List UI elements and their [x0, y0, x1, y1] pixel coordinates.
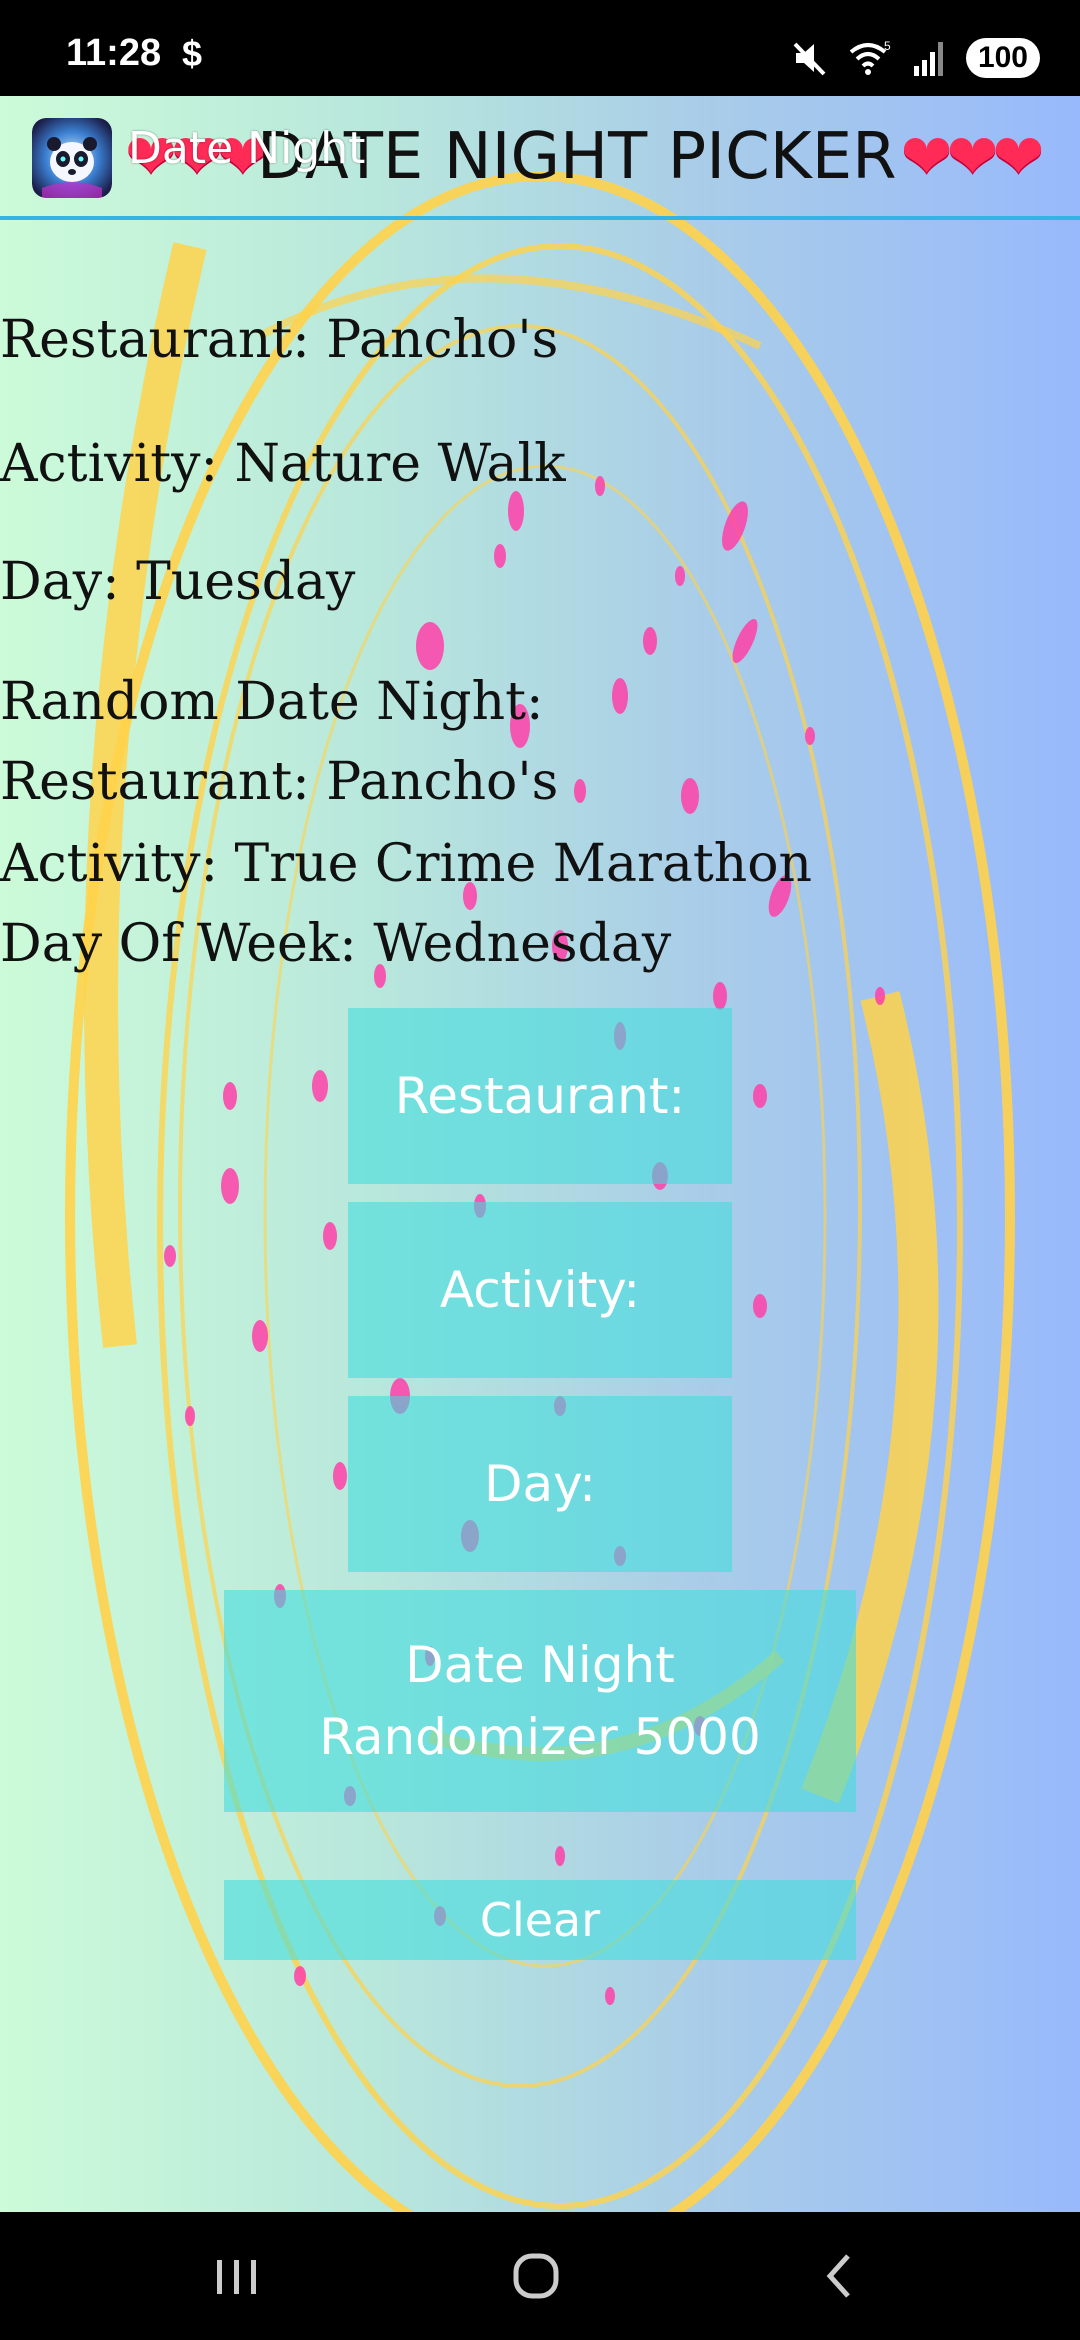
day-result: Day: Tuesday	[0, 552, 356, 612]
home-icon[interactable]	[506, 2248, 566, 2304]
randomizer-button[interactable]: Date Night Randomizer 5000	[224, 1590, 856, 1812]
random-heading: Random Date Night:	[0, 672, 544, 732]
hearts-right-icon: ❤❤❤	[900, 120, 1045, 193]
mute-icon	[793, 42, 826, 76]
title-bar: ❤❤❤ DATE NIGHT PICKER ❤❤❤ Date Night	[0, 96, 1080, 220]
back-icon[interactable]	[810, 2248, 870, 2304]
svg-text:5: 5	[884, 39, 891, 53]
restaurant-result: Restaurant: Pancho's	[0, 310, 559, 370]
navigation-bar	[0, 2212, 1080, 2340]
status-icons: 5 100	[790, 36, 1040, 80]
recents-icon[interactable]	[206, 2248, 266, 2304]
status-bar: 11:28 $ 5 100	[0, 0, 1080, 96]
random-day: Day Of Week: Wednesday	[0, 914, 672, 974]
clear-button[interactable]: Clear	[224, 1880, 856, 1960]
status-time: 11:28	[66, 32, 162, 74]
restaurant-button[interactable]: Restaurant:	[348, 1008, 732, 1184]
title-divider	[0, 216, 1080, 220]
day-button[interactable]: Day:	[348, 1396, 732, 1572]
wifi-icon: 5	[849, 39, 891, 75]
app-screen: ❤❤❤ DATE NIGHT PICKER ❤❤❤ Date Night Res…	[0, 96, 1080, 2212]
activity-result: Activity: Nature Walk	[0, 434, 566, 494]
dollar-icon: $	[182, 33, 203, 74]
random-restaurant: Restaurant: Pancho's	[0, 752, 559, 812]
app-name-label: Date Night	[128, 123, 366, 174]
battery-icon: 100	[965, 38, 1040, 78]
app-logo	[32, 118, 112, 198]
activity-button[interactable]: Activity:	[348, 1202, 732, 1378]
signal-icon	[913, 42, 943, 76]
random-activity: Activity: True Crime Marathon	[0, 834, 813, 894]
